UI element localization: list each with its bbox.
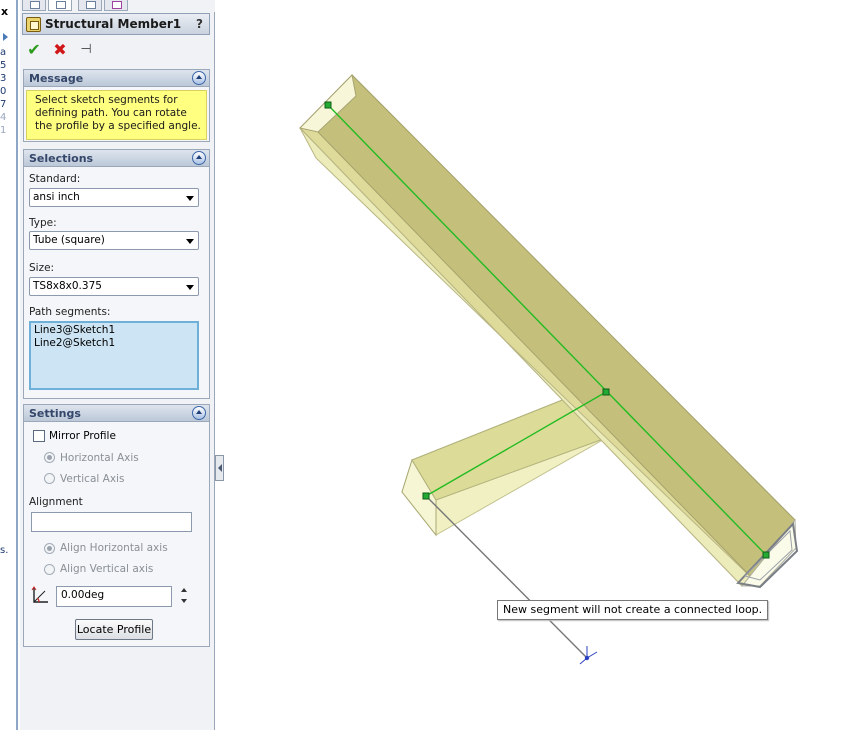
align-vertical-radio[interactable]: [44, 564, 55, 575]
tree-fragment: s.: [0, 545, 9, 556]
tree-fragment: 1: [0, 125, 7, 136]
chevron-down-icon: [186, 196, 194, 201]
message-group-header[interactable]: Message: [24, 70, 209, 87]
message-box: Select sketch segments for defining path…: [26, 90, 207, 140]
tree-fragment: 5: [0, 60, 7, 71]
alignment-label: Alignment: [29, 496, 83, 508]
path-segments-list[interactable]: Line3@Sketch1 Line2@Sketch1: [29, 321, 199, 390]
selections-group-header[interactable]: Selections: [24, 150, 209, 167]
size-value: TS8x8x0.375: [33, 280, 102, 292]
endpoint-marker[interactable]: [422, 492, 430, 500]
mirror-profile-label: Mirror Profile: [49, 430, 116, 442]
standard-value: ansi inch: [33, 191, 80, 203]
graphics-viewport[interactable]: [217, 0, 851, 730]
property-manager: Structural Member1 ? ✔ ✖ ⊣ Message Selec…: [20, 0, 215, 730]
tree-fragment: 0: [0, 86, 7, 97]
list-item[interactable]: Line2@Sketch1: [34, 337, 115, 349]
group-title: Settings: [29, 407, 81, 420]
message-group: Message Select sketch segments for defin…: [23, 69, 210, 142]
property-icon: [56, 1, 66, 9]
spin-down-icon[interactable]: [181, 599, 187, 603]
warning-tooltip: New segment will not create a connected …: [497, 600, 769, 620]
pin-button[interactable]: ⊣: [76, 40, 96, 60]
structural-member-icon: [26, 17, 41, 32]
standard-select[interactable]: ansi inch: [29, 188, 199, 207]
help-icon[interactable]: ?: [196, 17, 203, 31]
mirror-profile-checkbox[interactable]: [33, 430, 45, 442]
origin-icon: [579, 646, 598, 665]
settings-group: Settings Mirror Profile Horizontal Axis …: [23, 404, 210, 647]
cancel-button[interactable]: ✖: [50, 40, 70, 60]
endpoint-marker[interactable]: [324, 101, 332, 109]
endpoint-marker[interactable]: [602, 388, 610, 396]
path-segment-line3[interactable]: [327, 104, 767, 556]
type-select[interactable]: Tube (square): [29, 231, 199, 250]
group-title: Message: [29, 72, 84, 85]
align-horizontal-label: Align Horizontal axis: [60, 542, 168, 554]
horizontal-axis-label: Horizontal Axis: [60, 452, 139, 464]
action-bar: ✔ ✖ ⊣: [24, 40, 124, 60]
align-vertical-label: Align Vertical axis: [60, 563, 154, 575]
page-title: Structural Member1: [45, 17, 182, 31]
dimxpert-icon: [112, 1, 122, 9]
feature-tree-strip: x a 5 3 0 7 4 1 s.: [0, 0, 18, 730]
collapse-icon[interactable]: [192, 151, 206, 165]
type-label: Type:: [29, 217, 57, 229]
angle-icon: [31, 586, 48, 603]
selections-group: Selections Standard: ansi inch Type: Tub…: [23, 149, 210, 399]
endpoint-marker[interactable]: [762, 551, 770, 559]
settings-group-header[interactable]: Settings: [24, 405, 209, 422]
manager-tabs: [20, 0, 215, 12]
locate-profile-button[interactable]: Locate Profile: [75, 619, 153, 640]
tree-fragment: 3: [0, 73, 7, 84]
path-segments-label: Path segments:: [29, 306, 111, 318]
align-horizontal-radio[interactable]: [44, 543, 55, 554]
long-tube-top-face: [317, 74, 796, 587]
tree-fragment: 4: [0, 112, 7, 123]
angle-stepper[interactable]: [179, 587, 191, 607]
ok-button[interactable]: ✔: [24, 40, 44, 60]
configuration-icon: [86, 1, 96, 9]
horizontal-axis-radio[interactable]: [44, 452, 55, 463]
group-title: Selections: [29, 152, 94, 165]
list-item[interactable]: Line3@Sketch1: [34, 324, 115, 336]
tab-configuration-manager[interactable]: [78, 0, 102, 11]
spin-up-icon[interactable]: [181, 588, 187, 592]
tab-dimxpert[interactable]: [104, 0, 128, 11]
sketch-line[interactable]: [425, 495, 588, 659]
vertical-axis-radio[interactable]: [44, 473, 55, 484]
chevron-down-icon: [186, 285, 194, 290]
chevron-down-icon: [186, 239, 194, 244]
feature-tree-icon: [30, 1, 40, 9]
tree-fragment: a: [0, 47, 7, 58]
collapse-icon[interactable]: [192, 71, 206, 85]
type-value: Tube (square): [33, 234, 105, 246]
size-label: Size:: [29, 262, 55, 274]
size-select[interactable]: TS8x8x0.375: [29, 277, 199, 296]
collapse-icon[interactable]: [192, 406, 206, 420]
message-text: Select sketch segments for defining path…: [35, 94, 201, 132]
tab-property-manager[interactable]: [48, 0, 72, 11]
tree-expand-icon[interactable]: [3, 33, 8, 41]
angle-field[interactable]: 0.00deg: [56, 586, 172, 607]
close-icon[interactable]: x: [1, 5, 8, 18]
vertical-axis-label: Vertical Axis: [60, 473, 125, 485]
standard-label: Standard:: [29, 173, 81, 185]
alignment-field[interactable]: [31, 512, 192, 532]
tab-feature-manager[interactable]: [22, 0, 46, 11]
tree-fragment: 7: [0, 99, 7, 110]
property-manager-title-bar: Structural Member1 ?: [22, 13, 210, 35]
